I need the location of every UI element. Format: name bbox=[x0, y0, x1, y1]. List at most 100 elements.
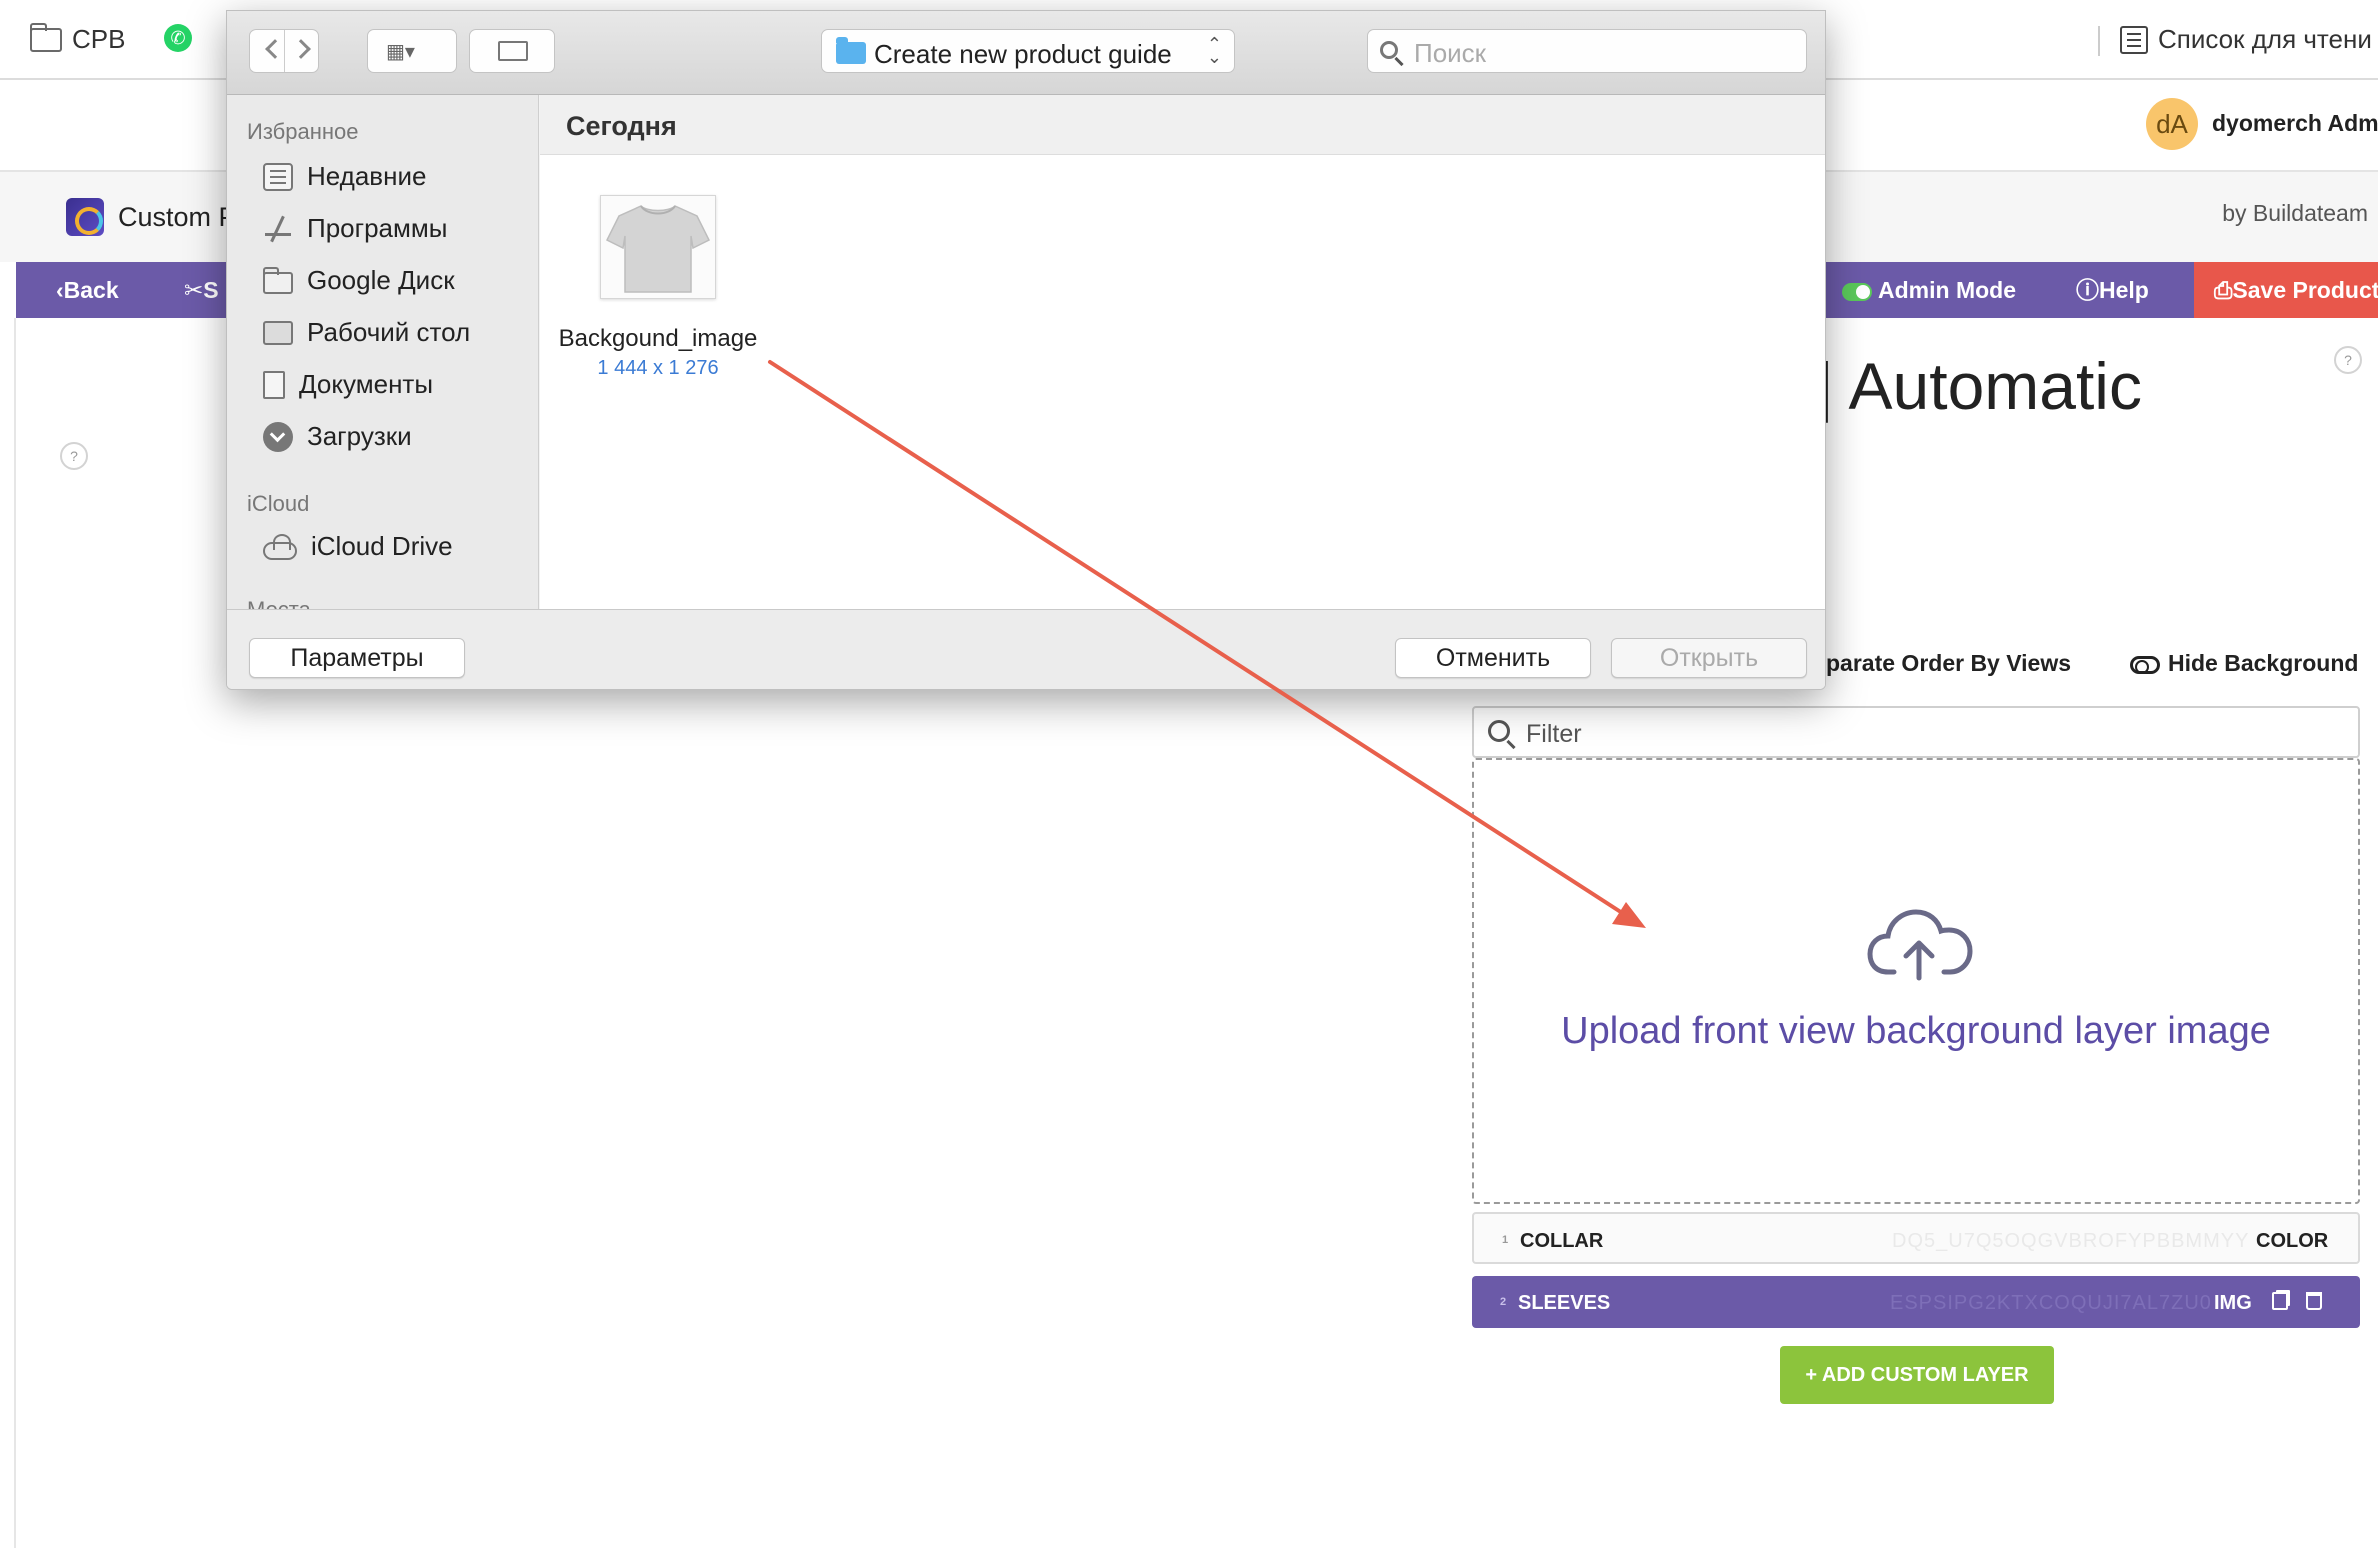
filter-placeholder: Filter bbox=[1526, 720, 1582, 748]
upload-text: Upload front view background layer image bbox=[1561, 1010, 2271, 1052]
grid-view-icon: ▦▾ bbox=[386, 41, 415, 63]
admin-mode-label: Admin Mode bbox=[1878, 277, 2016, 303]
new-folder-button[interactable] bbox=[469, 29, 555, 73]
layer-code: ESPSIPG2KTXCOQUJI7AL7ZU0 bbox=[1890, 1292, 2212, 1314]
sidebar-item-label: Google Диск bbox=[307, 265, 455, 295]
blue-folder-icon bbox=[836, 37, 866, 64]
sidebar-item-google-drive[interactable]: Google Диск bbox=[263, 265, 455, 296]
layer-name: COLLAR bbox=[1520, 1230, 1604, 1252]
sidebar-item-label: Программы bbox=[307, 213, 448, 243]
cancel-button[interactable]: Отменить bbox=[1395, 638, 1591, 678]
divider bbox=[284, 30, 285, 72]
documents-icon bbox=[263, 370, 285, 399]
upload-dropzone[interactable]: Upload front view background layer image bbox=[1472, 758, 2360, 1204]
add-custom-layer-button[interactable]: + ADD CUSTOM LAYER bbox=[1780, 1346, 2054, 1404]
back-chevron-icon[interactable] bbox=[265, 39, 285, 59]
sidebar-item-recents[interactable]: Недавние bbox=[263, 161, 426, 192]
today-header: Сегодня bbox=[540, 95, 1825, 155]
hide-background-toggle[interactable]: Hide Background bbox=[2130, 650, 2358, 677]
file-thumbnail[interactable] bbox=[600, 195, 716, 299]
back-button[interactable]: ‹Back bbox=[56, 262, 119, 318]
folder-icon bbox=[30, 22, 62, 52]
save-icon: ⎙ bbox=[2214, 277, 2233, 303]
settings-button[interactable]: ✂S bbox=[184, 262, 219, 318]
sidebar-item-label: Недавние bbox=[307, 161, 427, 191]
today-label: Сегодня bbox=[566, 111, 677, 141]
save-label: Save Product bbox=[2232, 277, 2378, 303]
recents-icon bbox=[263, 162, 293, 191]
duplicate-icon[interactable] bbox=[2272, 1292, 2288, 1310]
sidebar-item-label: iCloud Drive bbox=[311, 531, 453, 561]
dialog-search-input[interactable]: Поиск bbox=[1367, 29, 1807, 73]
layer-type: COLOR bbox=[2256, 1230, 2329, 1252]
left-rail bbox=[14, 318, 16, 1548]
cloud-upload-icon bbox=[1867, 909, 1973, 981]
tshirt-icon bbox=[605, 205, 711, 293]
whatsapp-icon: ✆ bbox=[164, 24, 192, 52]
plugin-title: Custom P bbox=[118, 202, 237, 232]
by-line: by Buildateam bbox=[2222, 200, 2368, 226]
sidebar-item-downloads[interactable]: Загрузки bbox=[263, 421, 412, 452]
sidebar-item-desktop[interactable]: Рабочий стол bbox=[263, 317, 470, 348]
layer-row-sleeves[interactable]: 2 SLEEVES ESPSIPG2KTXCOQUJI7AL7ZU0 IMG bbox=[1472, 1276, 2360, 1328]
cloud-icon bbox=[263, 533, 297, 560]
folder-icon bbox=[263, 266, 293, 294]
help-question-icon[interactable]: ? bbox=[2334, 346, 2362, 374]
download-icon bbox=[263, 421, 293, 452]
sidebar-item-applications[interactable]: Программы bbox=[263, 213, 447, 244]
separate-order-option[interactable]: parate Order By Views bbox=[1826, 650, 2071, 677]
hide-background-label: Hide Background bbox=[2168, 650, 2359, 676]
dialog-sidebar: Избранное Недавние Программы Google Диск… bbox=[227, 95, 539, 611]
layer-index: 1 bbox=[1502, 1234, 1509, 1246]
page-heading: t | Automatic bbox=[1780, 349, 2142, 423]
view-mode-button[interactable]: ▦▾ bbox=[367, 29, 457, 73]
reading-list-label: Список для чтени bbox=[2158, 24, 2372, 54]
params-button[interactable]: Параметры bbox=[249, 638, 465, 678]
admin-mode-toggle[interactable]: Admin Mode bbox=[1842, 262, 2016, 318]
avatar[interactable]: dA bbox=[2146, 98, 2198, 150]
layer-index: 2 bbox=[1500, 1296, 1507, 1308]
bookmark-whatsapp[interactable]: ✆ bbox=[164, 24, 192, 52]
save-product-button[interactable]: ⎙Save Product bbox=[2194, 262, 2378, 318]
sidebar-section-icloud: iCloud bbox=[247, 491, 310, 516]
path-label: Create new product guide bbox=[874, 39, 1172, 69]
sidebar-section-favorites: Избранное bbox=[247, 119, 359, 144]
plugin-logo-icon bbox=[66, 198, 104, 236]
new-folder-icon bbox=[498, 41, 528, 61]
help-button[interactable]: ⓘHelp bbox=[2076, 262, 2149, 318]
sidebar-item-label: Рабочий стол bbox=[307, 317, 471, 347]
applications-icon bbox=[263, 215, 293, 243]
file-open-dialog: ▦▾ Create new product guide ⌃ ⌄ Поиск Изб… bbox=[226, 10, 1826, 690]
filter-input[interactable]: Filter bbox=[1472, 706, 2360, 758]
layer-code: DQ5_U7Q5OQGVBROFYPBBMMYY bbox=[1892, 1230, 2250, 1252]
search-placeholder: Поиск bbox=[1414, 38, 1487, 68]
forward-chevron-icon[interactable] bbox=[291, 39, 311, 59]
toggle-on-icon bbox=[1842, 282, 1872, 301]
bookmark-cpb[interactable]: CPB bbox=[30, 22, 126, 55]
layer-row-collar[interactable]: 1 COLLAR DQ5_U7Q5OQGVBROFYPBBMMYY COLOR bbox=[1472, 1212, 2360, 1264]
sidebar-item-label: Загрузки bbox=[307, 421, 412, 451]
layer-type: IMG bbox=[2214, 1292, 2252, 1314]
reading-list[interactable]: Список для чтени bbox=[2120, 24, 2372, 55]
file-name[interactable]: Backgound_image bbox=[540, 325, 776, 353]
open-button[interactable]: Открыть bbox=[1611, 638, 1807, 678]
sidebar-item-label: Документы bbox=[299, 369, 434, 399]
divider bbox=[2098, 26, 2100, 56]
search-icon bbox=[1488, 720, 1510, 742]
sidebar-item-documents[interactable]: Документы bbox=[263, 369, 433, 400]
reading-list-icon bbox=[2120, 25, 2148, 54]
sidebar-item-icloud-drive[interactable]: iCloud Drive bbox=[263, 531, 453, 562]
nav-buttons bbox=[249, 29, 319, 73]
user-name[interactable]: dyomerch Admi bbox=[2212, 110, 2378, 137]
dialog-footer: Параметры Отменить Открыть bbox=[227, 609, 1825, 689]
layer-name: SLEEVES bbox=[1518, 1292, 1611, 1314]
desktop-icon bbox=[263, 320, 293, 345]
help-question-icon[interactable]: ? bbox=[60, 442, 88, 470]
path-popup[interactable]: Create new product guide ⌃ ⌄ bbox=[821, 29, 1235, 73]
file-dimensions: 1 444 x 1 276 bbox=[597, 357, 719, 379]
dialog-toolbar: ▦▾ Create new product guide ⌃ ⌄ Поиск bbox=[227, 11, 1825, 95]
trash-icon[interactable] bbox=[2306, 1292, 2322, 1310]
bookmark-label: CPB bbox=[72, 24, 126, 54]
search-icon bbox=[1380, 41, 1398, 59]
updown-chevron-icon: ⌃ ⌄ bbox=[1206, 34, 1222, 67]
